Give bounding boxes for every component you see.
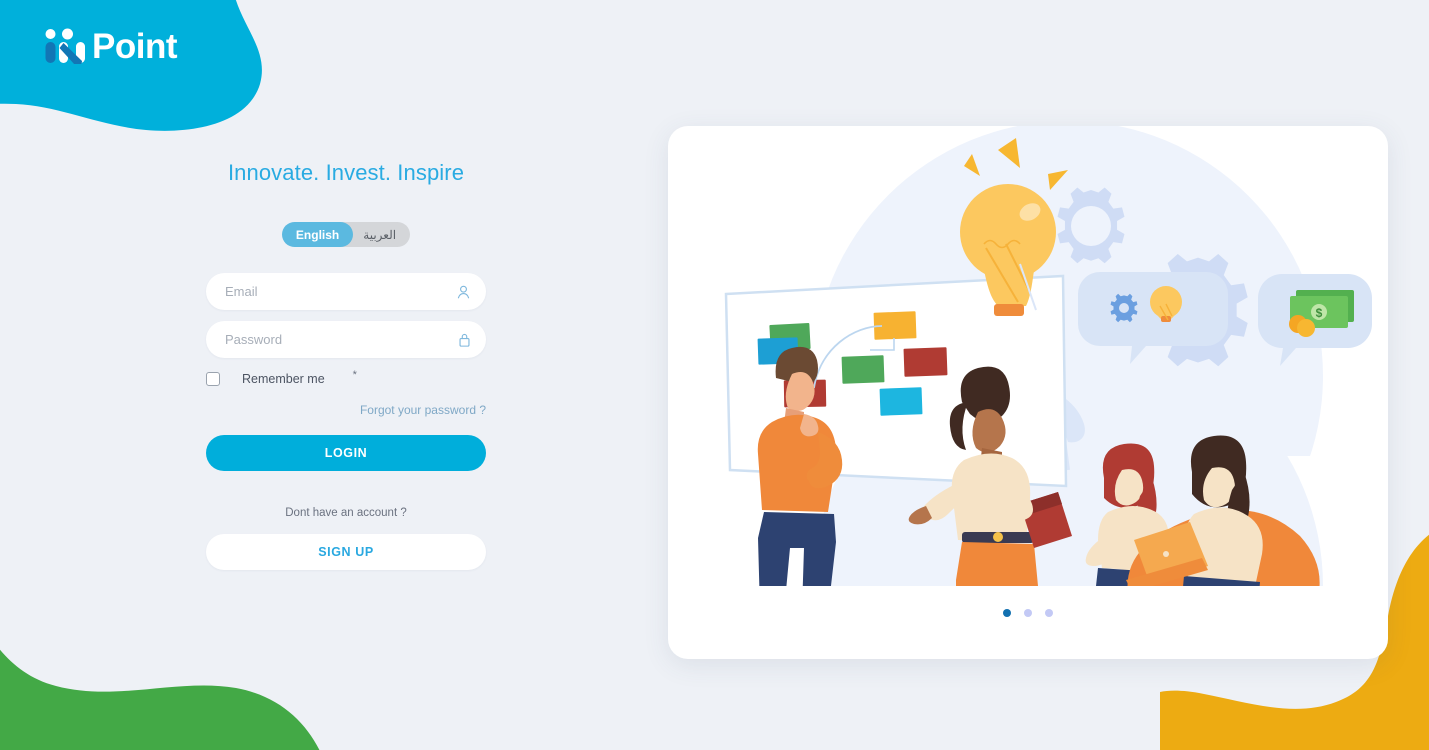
- in-point-logo-icon: [45, 28, 85, 64]
- signup-button[interactable]: SIGN UP: [206, 534, 486, 570]
- carousel-dots: [668, 609, 1388, 617]
- user-icon: [456, 284, 471, 299]
- email-field-wrapper: [206, 273, 486, 310]
- page-title: Innovate. Invest. Inspire: [227, 160, 465, 185]
- illustration-card: $: [668, 126, 1388, 659]
- password-input[interactable]: [206, 321, 486, 358]
- login-page: Point Innovate. Invest. Inspire العربية …: [0, 0, 1429, 750]
- team-brainstorm-ideas-illustration: $: [668, 126, 1388, 586]
- brand-name: Point: [92, 26, 177, 66]
- svg-text:$: $: [1316, 306, 1323, 320]
- remember-me-row: Remember me *: [206, 369, 486, 389]
- remember-me-asterisk: *: [352, 369, 357, 381]
- brand-logo[interactable]: Point: [44, 24, 177, 68]
- decorative-blob-cyan: [0, 0, 262, 131]
- carousel-dot-2[interactable]: [1024, 609, 1032, 617]
- language-option-english[interactable]: English: [281, 222, 354, 247]
- language-toggle: العربية English: [206, 222, 486, 247]
- remember-me-label: Remember me: [242, 372, 325, 386]
- forgot-password-row: Forgot your password ?: [206, 401, 486, 419]
- signup-hint-text: Dont have an account ?: [285, 507, 407, 519]
- password-field-wrapper: [206, 321, 486, 358]
- decorative-blob-green: [0, 649, 320, 750]
- carousel-dot-1[interactable]: [1003, 609, 1011, 617]
- forgot-password-link[interactable]: Forgot your password ?: [360, 403, 486, 417]
- login-form: Innovate. Invest. Inspire العربية Englis…: [206, 160, 486, 570]
- lock-icon: [458, 332, 471, 347]
- carousel-dot-3[interactable]: [1045, 609, 1053, 617]
- email-input[interactable]: [206, 273, 486, 310]
- remember-me-checkbox[interactable]: [206, 372, 220, 386]
- login-button[interactable]: LOGIN: [206, 435, 486, 471]
